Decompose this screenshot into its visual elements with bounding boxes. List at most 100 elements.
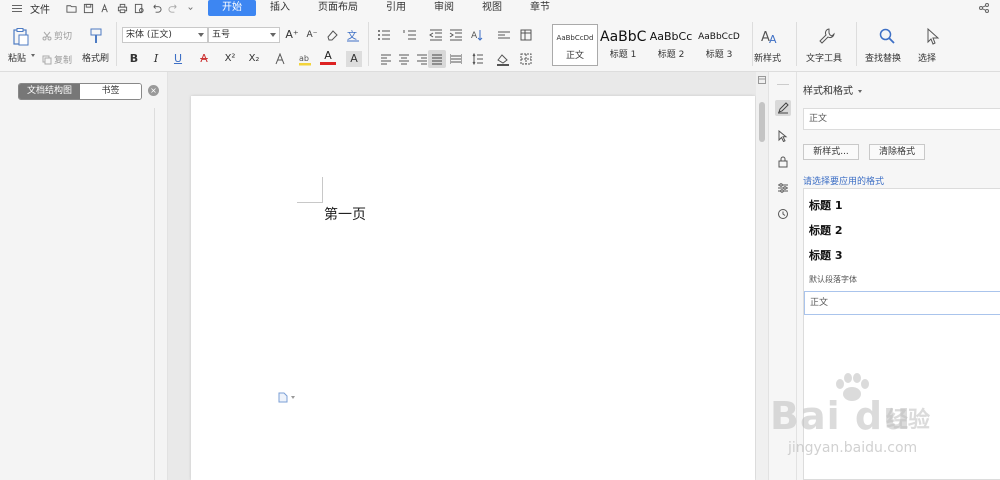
close-icon[interactable]: × — [148, 85, 159, 96]
copy-button[interactable]: 复制 — [42, 53, 72, 66]
navigation-pane: 文档结构图 书签 × — [0, 72, 168, 480]
font-name-select[interactable]: 宋体 (正文) — [122, 27, 208, 43]
text-direction-icon[interactable]: A — [468, 27, 486, 43]
char-shading-button[interactable]: A — [346, 51, 362, 67]
redo-icon[interactable] — [168, 3, 179, 14]
tab-chapter[interactable]: 章节 — [516, 0, 564, 16]
ribbon-tabs: 开始 插入 页面布局 引用 审阅 视图 章节 — [208, 0, 564, 16]
vertical-scrollbar[interactable] — [756, 72, 768, 480]
text-effect-icon[interactable] — [272, 51, 288, 67]
style-item-normal[interactable]: 正文 — [804, 291, 1000, 315]
document-text[interactable]: 第一页 — [324, 204, 366, 224]
cut-label: 剪切 — [54, 32, 73, 42]
select-button[interactable]: 选择 — [918, 51, 936, 64]
shrink-font-button[interactable]: A⁻ — [304, 27, 320, 43]
grow-font-button[interactable]: A⁺ — [284, 27, 300, 43]
new-style-icon[interactable]: AA — [759, 25, 781, 47]
line-spacing-icon[interactable] — [496, 27, 512, 43]
tab-references[interactable]: 引用 — [372, 0, 420, 16]
paste-options-icon[interactable] — [278, 392, 295, 403]
shading-icon[interactable] — [494, 51, 512, 67]
hamburger-menu-icon[interactable] — [12, 4, 22, 12]
style-format-pane-icon[interactable] — [775, 100, 791, 116]
history-icon[interactable] — [775, 206, 791, 222]
current-style-field[interactable]: 正文 — [803, 108, 1000, 130]
style-normal[interactable]: AaBbCcDd 正文 — [552, 24, 598, 66]
style-item-heading-1[interactable]: 标题 1 — [809, 197, 842, 213]
wrench-icon[interactable] — [816, 25, 838, 47]
style-item-heading-2[interactable]: 标题 2 — [809, 222, 842, 238]
style-heading-3[interactable]: AaBbCcD 标题 3 — [696, 24, 742, 66]
style-preview: AaBbCcDd — [556, 34, 594, 42]
format-painter-button[interactable]: 格式刷 — [82, 51, 109, 64]
font-size-select[interactable]: 五号 — [208, 27, 280, 43]
subscript-button[interactable]: X₂ — [246, 51, 262, 67]
cursor-icon[interactable] — [922, 25, 944, 47]
new-style-button[interactable]: 新样式 — [754, 51, 781, 64]
chevron-down-icon[interactable] — [185, 3, 196, 14]
clear-format-icon[interactable] — [324, 27, 340, 43]
align-center-icon[interactable] — [396, 51, 412, 67]
save-icon[interactable] — [83, 3, 94, 14]
align-left-icon[interactable] — [378, 51, 394, 67]
bullet-list-icon[interactable] — [376, 27, 392, 43]
selection-pane-icon[interactable] — [775, 128, 791, 144]
apply-format-hint: 请选择要应用的格式 — [803, 177, 885, 187]
paragraph-spacing-icon[interactable] — [470, 51, 486, 67]
scroll-thumb[interactable] — [759, 102, 765, 142]
justify-icon[interactable] — [428, 50, 446, 68]
paste-button[interactable]: 粘贴 — [8, 51, 26, 64]
tab-bookmarks[interactable]: 书签 — [80, 84, 141, 99]
print-preview-icon[interactable] — [134, 3, 145, 14]
text-tools-button[interactable]: 文字工具 — [806, 51, 842, 64]
underline-button[interactable]: U — [170, 51, 186, 67]
phonetic-guide-icon[interactable]: 文 — [344, 27, 362, 43]
style-name: 标题 1 — [609, 50, 637, 60]
decrease-indent-icon[interactable] — [428, 27, 444, 43]
style-item-default-font[interactable]: 默认段落字体 — [809, 274, 857, 285]
paste-icon[interactable] — [10, 26, 32, 48]
style-heading-1[interactable]: AaBbC 标题 1 — [600, 24, 646, 66]
tab-home[interactable]: 开始 — [208, 0, 256, 16]
tab-page-layout[interactable]: 页面布局 — [304, 0, 372, 16]
style-item-heading-3[interactable]: 标题 3 — [809, 247, 842, 263]
style-preview: AaBbCcD — [698, 32, 740, 42]
numbered-list-icon[interactable] — [402, 27, 418, 43]
table-icon[interactable] — [518, 27, 534, 43]
tab-review[interactable]: 审阅 — [420, 0, 468, 16]
new-style-button[interactable]: 新样式... — [803, 144, 859, 160]
tab-document-map[interactable]: 文档结构图 — [19, 84, 80, 99]
share-icon[interactable] — [978, 2, 990, 14]
document-page[interactable]: 第一页 — [191, 96, 755, 480]
tab-view[interactable]: 视图 — [468, 0, 516, 16]
highlight-icon[interactable]: ab — [296, 51, 314, 67]
style-list: 标题 1 标题 2 标题 3 默认段落字体 正文 — [803, 188, 1000, 480]
cut-button[interactable]: 剪切 — [42, 29, 72, 42]
border-icon[interactable] — [518, 51, 534, 67]
page-view-icon[interactable] — [758, 76, 766, 84]
chevron-down-icon — [270, 33, 276, 37]
style-heading-2[interactable]: AaBbCc 标题 2 — [648, 24, 694, 66]
undo-icon[interactable] — [151, 3, 162, 14]
increase-indent-icon[interactable] — [448, 27, 464, 43]
settings-sliders-icon[interactable] — [775, 180, 791, 196]
strikethrough-button[interactable]: A — [196, 51, 212, 67]
font-color-button[interactable]: A — [320, 49, 336, 65]
distributed-align-icon[interactable] — [448, 51, 464, 67]
file-menu[interactable]: 文件 — [30, 1, 50, 16]
format-painter-icon[interactable] — [86, 26, 106, 46]
pane-title[interactable]: 样式和格式 — [803, 82, 863, 97]
superscript-button[interactable]: X² — [222, 51, 238, 67]
tab-insert[interactable]: 插入 — [256, 0, 304, 16]
lock-icon[interactable] — [775, 154, 791, 170]
style-preview: AaBbCc — [649, 30, 693, 43]
open-folder-icon[interactable] — [66, 3, 77, 14]
paste-dropdown-icon[interactable] — [31, 54, 35, 57]
clear-format-button[interactable]: 清除格式 — [869, 144, 925, 160]
bold-button[interactable]: B — [126, 51, 142, 67]
search-icon[interactable] — [876, 25, 898, 47]
print-icon[interactable] — [117, 3, 128, 14]
find-replace-button[interactable]: 查找替换 — [865, 51, 901, 64]
save-as-icon[interactable] — [100, 3, 111, 14]
italic-button[interactable]: I — [148, 51, 164, 67]
